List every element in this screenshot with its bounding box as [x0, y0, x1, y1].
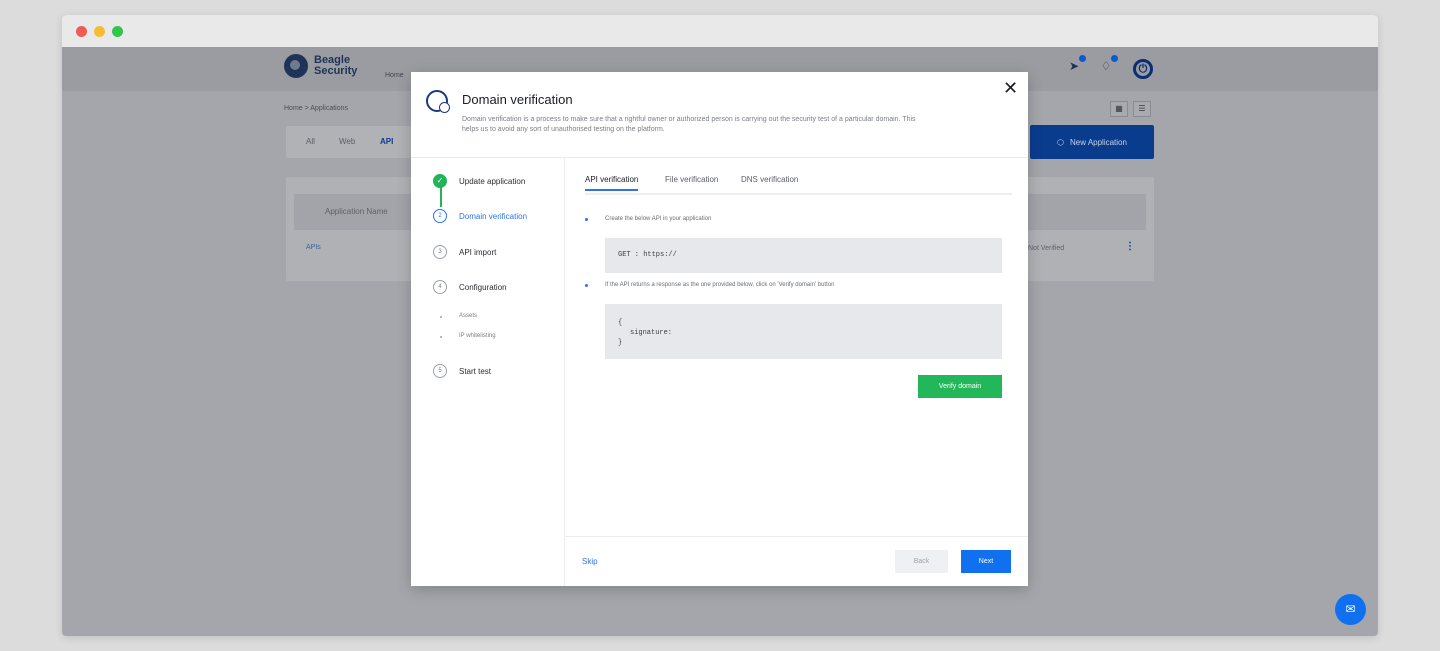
modal-description: Domain verification is a process to make… [462, 116, 916, 133]
kebab-menu-icon[interactable]: ⋮ [1125, 241, 1135, 252]
sub-step-dot [440, 316, 442, 318]
bell-icon[interactable]: ♢ [1099, 55, 1118, 73]
rocket-icon[interactable]: ➤ [1067, 55, 1086, 73]
sub-step-dot [440, 336, 442, 338]
step-number: 4 [433, 280, 447, 294]
beagle-logo-icon [284, 54, 308, 78]
close-window-button[interactable] [76, 26, 87, 37]
response-code: { signature: } [605, 304, 1002, 359]
brand-logo[interactable]: Beagle Security [284, 54, 357, 78]
tab-api-verification[interactable]: API verification [585, 175, 639, 191]
instruction-response: If the API returns a response as the one… [605, 282, 835, 288]
instruction-create-api: Create the below API in your application [605, 216, 712, 222]
bullet-dot [585, 284, 588, 287]
globe-check-icon [426, 90, 450, 113]
step-start-test[interactable]: 5 Start test [433, 364, 491, 378]
notification-dot [1079, 55, 1086, 62]
next-button[interactable]: Next [961, 550, 1011, 573]
step-update-application[interactable]: ✓ Update application [433, 174, 525, 188]
verify-domain-button[interactable]: Verify domain [918, 375, 1002, 398]
tab-file-verification[interactable]: File verification [665, 175, 718, 191]
filter-web[interactable]: Web [339, 137, 355, 146]
new-application-button[interactable]: ⬡ New Application [1030, 125, 1154, 159]
table-row-name[interactable]: APIs [306, 244, 321, 251]
column-application-name: Application Name [325, 207, 388, 216]
bullet-dot [585, 218, 588, 221]
verification-tabs: API verification File verification DNS v… [585, 175, 1012, 195]
api-endpoint-code: GET : https:// [605, 238, 1002, 273]
list-view-icon[interactable]: ☰ [1133, 101, 1151, 117]
filter-api[interactable]: API [380, 137, 393, 146]
domain-verification-modal: Domain verification Domain verification … [411, 72, 1028, 586]
table-row-status: Not Verified [1028, 245, 1065, 252]
step-number: 2 [433, 209, 447, 223]
back-button[interactable]: Back [895, 550, 948, 573]
modal-title: Domain verification [462, 92, 573, 107]
footer-divider [565, 536, 1028, 537]
brand-line-2: Security [314, 65, 358, 77]
step-configuration[interactable]: 4 Configuration [433, 280, 507, 294]
maximize-window-button[interactable] [112, 26, 123, 37]
sub-step-assets[interactable]: Assets [459, 313, 477, 319]
skip-link[interactable]: Skip [582, 557, 598, 566]
grid-view-icon[interactable]: ▦ [1110, 101, 1128, 117]
minimize-window-button[interactable] [94, 26, 105, 37]
step-domain-verification[interactable]: 2 Domain verification [433, 209, 527, 223]
close-icon[interactable]: ✕ [1003, 78, 1018, 99]
nav-home-link[interactable]: Home [385, 72, 404, 79]
step-number: 5 [433, 364, 447, 378]
cube-icon: ⬡ [1057, 137, 1065, 147]
step-api-import[interactable]: 3 API import [433, 245, 496, 259]
tab-dns-verification[interactable]: DNS verification [741, 175, 798, 191]
filter-all[interactable]: All [306, 137, 315, 146]
power-icon[interactable]: ⏻ [1133, 59, 1153, 79]
breadcrumb: Home > Applications [284, 105, 349, 112]
sub-step-ip-whitelisting[interactable]: IP whitelisting [459, 333, 496, 339]
check-icon: ✓ [433, 174, 447, 188]
modal-header: Domain verification Domain verification … [411, 72, 1028, 158]
window-titlebar [62, 15, 1378, 47]
chat-icon[interactable]: ✉ [1335, 594, 1366, 625]
step-number: 3 [433, 245, 447, 259]
notification-dot [1111, 55, 1118, 62]
